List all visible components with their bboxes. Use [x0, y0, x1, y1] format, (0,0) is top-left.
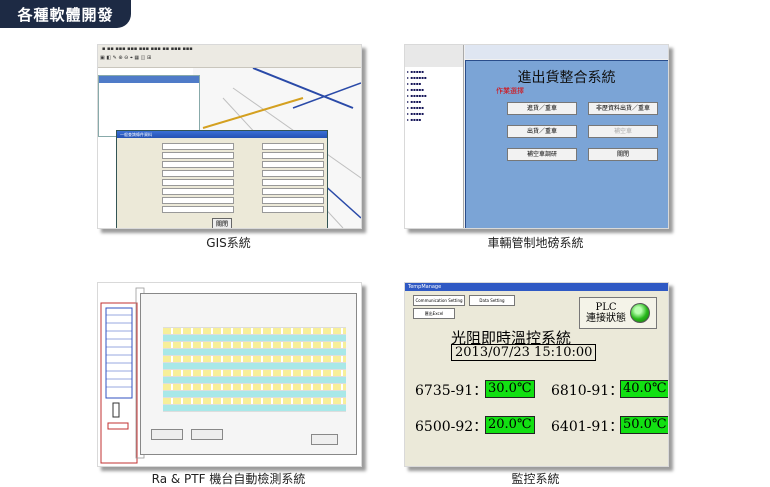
plc-label-line1: PLC — [595, 302, 617, 313]
gis-dialog-field[interactable] — [262, 170, 324, 177]
gis-dialog-field[interactable] — [262, 179, 324, 186]
monitor-screenshot-card: TempManage Communication Setting Data Se… — [404, 282, 669, 467]
monitor-titlebar: TempManage — [405, 283, 668, 291]
truck-button[interactable]: 出貨／重車 — [507, 125, 577, 138]
sensor-value: 50.0℃ — [620, 416, 668, 434]
data-setting-button[interactable]: Data Setting — [469, 295, 515, 306]
plc-status-panel: PLC 連接狀態 — [579, 297, 657, 329]
table-row — [163, 342, 346, 349]
table-row — [163, 384, 346, 391]
gis-dialog-field[interactable] — [162, 179, 234, 186]
sensor-value: 40.0℃ — [620, 380, 668, 398]
table-row — [163, 391, 346, 398]
gis-dialog-field[interactable] — [162, 152, 234, 159]
gis-dialog-field[interactable] — [162, 206, 234, 213]
gis-dialog-field[interactable] — [162, 188, 234, 195]
table-row — [163, 405, 346, 412]
truck-button[interactable]: 進貨／重車 — [507, 102, 577, 115]
gis-dialog-title: 一般查詢條件資料 — [117, 131, 327, 138]
gis-dialog-field[interactable] — [262, 206, 324, 213]
table-row — [163, 349, 346, 356]
gis-query-panel — [98, 75, 200, 137]
communication-setting-button[interactable]: Communication Setting — [413, 295, 465, 306]
gis-screenshot-card: ▪ ▪▪ ▪▪▪ ▪▪▪ ▪▪▪ ▪▪▪ ▪▪ ▪▪▪ ▪▪▪ ▣ ◧ ✎ ⊕ … — [97, 44, 362, 229]
truck-screenshot-card: ▸ ▪▪▪▪▪ ▸ ▪▪▪▪▪▪ ▸ ▪▪▪▪ ▸ ▪▪▪▪▪ ▸ ▪▪▪▪▪▪ ▸ ▪▪… — [404, 44, 669, 229]
table-row — [163, 377, 346, 384]
gis-dialog-field[interactable] — [262, 143, 324, 150]
gis-dialog-field[interactable] — [162, 143, 234, 150]
truck-nav-panel: ▸ ▪▪▪▪▪ ▸ ▪▪▪▪▪▪ ▸ ▪▪▪▪ ▸ ▪▪▪▪▪ ▸ ▪▪▪▪▪▪ ▸ ▪▪… — [405, 45, 464, 228]
monitor-window: TempManage Communication Setting Data Se… — [405, 283, 668, 466]
export-excel-button[interactable]: 匯出Excel — [413, 308, 455, 319]
gis-close-button[interactable]: 關閉 — [212, 218, 233, 228]
table-row — [163, 328, 346, 335]
table-row — [163, 321, 346, 328]
gis-dialog-field[interactable] — [162, 170, 234, 177]
ra-ptf-data-grid — [163, 321, 346, 413]
gis-toolbar: ▪ ▪▪ ▪▪▪ ▪▪▪ ▪▪▪ ▪▪▪ ▪▪ ▪▪▪ ▪▪▪ ▣ ◧ ✎ ⊕ … — [98, 45, 361, 68]
gis-menu-bar: ▪ ▪▪ ▪▪▪ ▪▪▪ ▪▪▪ ▪▪▪ ▪▪ ▪▪▪ ▪▪▪ — [102, 46, 193, 52]
ra-ptf-window — [140, 293, 357, 455]
card-caption: GIS系統 — [206, 236, 251, 250]
gis-query-dialog: 一般查詢條件資料 關閉 — [116, 130, 328, 228]
gis-tool-icons: ▣ ◧ ✎ ⊕ ⊖ ⌖ ▦ ◫ ⊞ — [100, 55, 152, 61]
plc-label-line2: 連接狀態 — [586, 313, 626, 324]
sensor-id: 6735-91： — [415, 383, 488, 399]
card-caption: 車輛管制地磅系統 — [487, 236, 584, 250]
truck-button[interactable]: 關閉 — [588, 148, 658, 161]
sensor-id: 6810-91： — [551, 383, 624, 399]
truck-button-disabled[interactable]: 補空車 — [588, 125, 658, 138]
gis-dialog-field[interactable] — [262, 188, 324, 195]
truck-nav-tree: ▸ ▪▪▪▪▪ ▸ ▪▪▪▪▪▪ ▸ ▪▪▪▪ ▸ ▪▪▪▪▪ ▸ ▪▪▪▪▪▪ ▸ ▪▪… — [407, 69, 427, 122]
truck-button[interactable]: 非歷資料出貨／重車 — [588, 102, 658, 115]
table-row — [163, 335, 346, 342]
gis-dialog-field[interactable] — [162, 197, 234, 204]
monitor-datetime: 2013/07/23 15:10:00 — [451, 344, 597, 361]
table-row — [163, 363, 346, 370]
card-caption: 監控系統 — [511, 472, 560, 486]
gis-panel-titlebar — [99, 76, 199, 83]
truck-window-titlebar — [465, 45, 668, 59]
truck-section-label: 作業選擇 — [496, 87, 524, 95]
truck-app-title: 進出貨整合系統 — [517, 70, 616, 86]
page-title: 各種軟體開發 — [0, 0, 131, 28]
table-row — [163, 398, 346, 405]
gis-dialog-field[interactable] — [262, 152, 324, 159]
ra-ptf-button[interactable] — [151, 429, 183, 440]
ra-ptf-button[interactable] — [191, 429, 223, 440]
sensor-value: 30.0℃ — [485, 380, 535, 398]
plc-status-label: PLC 連接狀態 — [586, 302, 626, 324]
table-row — [163, 356, 346, 363]
table-row — [163, 370, 346, 377]
sensor-id: 6500-92： — [415, 419, 488, 435]
sensor-value: 20.0℃ — [485, 416, 535, 434]
truck-nav-toolbar — [405, 45, 463, 67]
truck-button[interactable]: 補空車調研 — [507, 148, 577, 161]
gis-dialog-field[interactable] — [262, 161, 324, 168]
card-caption: Ra & PTF 機台自動檢測系統 — [151, 472, 306, 486]
gis-dialog-field[interactable] — [162, 161, 234, 168]
gis-dialog-field[interactable] — [262, 197, 324, 204]
plc-status-indicator-icon — [630, 303, 650, 323]
ra-ptf-button[interactable] — [311, 434, 338, 445]
sensor-id: 6401-91： — [551, 419, 624, 435]
ra-ptf-screenshot-card — [97, 282, 362, 467]
